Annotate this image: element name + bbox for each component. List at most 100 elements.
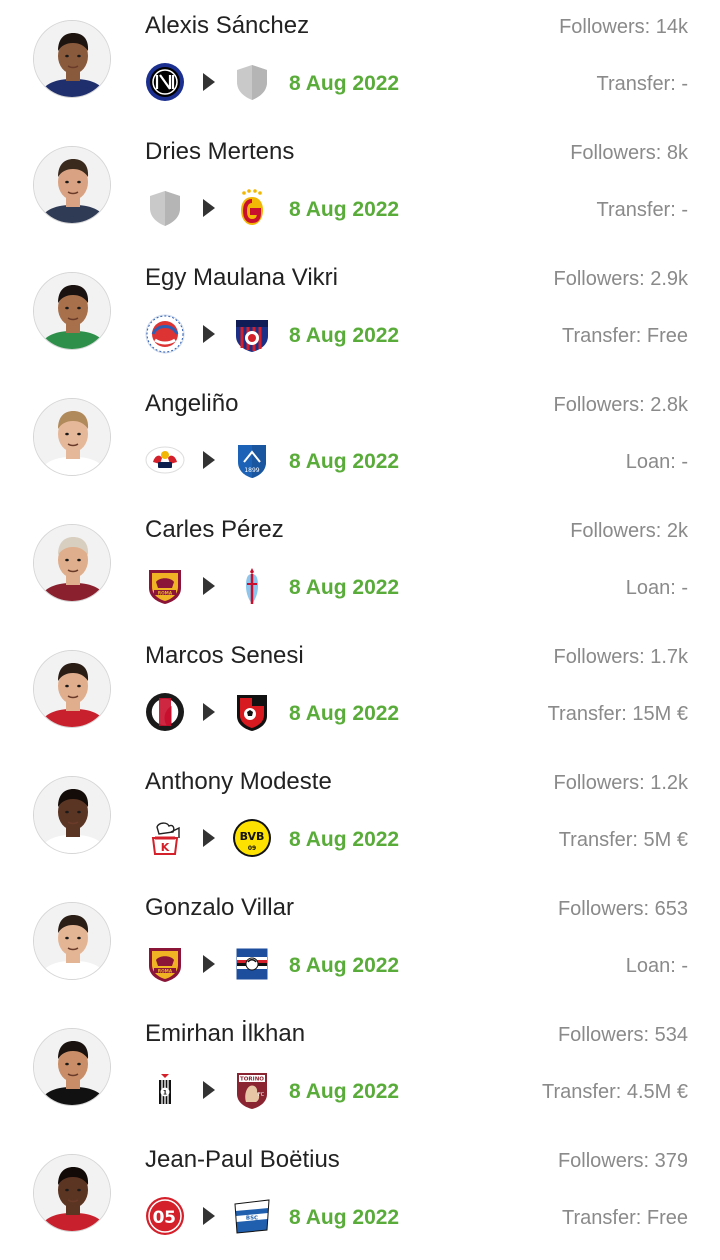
svg-text:09: 09 — [248, 845, 256, 852]
player-avatar[interactable] — [33, 902, 111, 980]
transfer-date: 8 Aug 2022 — [289, 198, 400, 221]
transfer-date: 8 Aug 2022 — [289, 828, 400, 851]
player-name[interactable]: Jean-Paul Boëtius — [145, 1146, 340, 1174]
transfer-list: Alexis Sánchez Followers: 14k 8 Aug 2022 Tr… — [0, 0, 720, 1250]
hoffenheim-crest-icon[interactable]: 1899 — [232, 440, 272, 480]
right-triangle-icon — [203, 1207, 215, 1225]
player-name[interactable]: Dries Mertens — [145, 138, 294, 166]
feyenoord-crest-icon[interactable] — [145, 692, 185, 732]
transfer-date: 8 Aug 2022 — [289, 576, 400, 599]
followers-count: Followers: 1.2k — [553, 772, 689, 794]
right-triangle-icon — [203, 73, 215, 91]
transfer-row[interactable]: Marcos Senesi Followers: 1.7k 8 Aug 2022 Tr… — [0, 630, 720, 756]
svg-text:0: 0 — [153, 1208, 165, 1228]
senica-crest-icon[interactable] — [145, 314, 185, 354]
right-triangle-icon — [203, 955, 215, 973]
player-name[interactable]: Egy Maulana Vikri — [145, 264, 338, 292]
svg-text:BSC: BSC — [246, 1216, 258, 1222]
player-avatar[interactable] — [33, 650, 111, 728]
transfer-date: 8 Aug 2022 — [289, 1206, 400, 1229]
followers-count: Followers: 379 — [557, 1150, 688, 1172]
svg-text:FC: FC — [258, 1092, 265, 1098]
player-name[interactable]: Emirhan İlkhan — [145, 1020, 305, 1048]
player-name[interactable]: Alexis Sánchez — [145, 12, 309, 40]
transfer-type: Transfer: Free — [562, 1207, 688, 1229]
player-avatar[interactable] — [33, 776, 111, 854]
mainz-crest-icon[interactable]: 05 — [145, 1196, 185, 1236]
bournemouth-crest-icon[interactable] — [232, 692, 272, 732]
vitkovice-crest-icon[interactable] — [232, 314, 272, 354]
transfer-row[interactable]: Egy Maulana Vikri Followers: 2.9k 8 Aug 20… — [0, 252, 720, 378]
svg-text:5: 5 — [164, 1208, 176, 1228]
followers-count: Followers: 14k — [559, 16, 688, 38]
as-roma-crest-icon[interactable]: ROMA — [145, 566, 185, 606]
svg-text:TORINO: TORINO — [240, 1077, 264, 1083]
transfer-row[interactable]: Emirhan İlkhan Followers: 534 1 TORINO FC 8 A… — [0, 1008, 720, 1134]
right-triangle-icon — [203, 325, 215, 343]
player-avatar[interactable] — [33, 146, 111, 224]
svg-text:1: 1 — [163, 1090, 167, 1097]
followers-count: Followers: 2.9k — [553, 268, 689, 290]
followers-count: Followers: 8k — [570, 142, 688, 164]
transfer-type: Transfer: 15M € — [547, 703, 688, 725]
transfer-row[interactable]: Angeliño Followers: 2.8k 1899 8 Aug 2022 Loa… — [0, 378, 720, 504]
player-avatar[interactable] — [33, 272, 111, 350]
transfer-date: 8 Aug 2022 — [289, 72, 400, 95]
transfer-date: 8 Aug 2022 — [289, 1080, 400, 1103]
svg-text:K: K — [161, 841, 170, 854]
player-name[interactable]: Carles Pérez — [145, 516, 284, 544]
svg-text:ROMA: ROMA — [158, 590, 173, 595]
fc-koln-crest-icon[interactable]: K — [145, 818, 185, 858]
player-avatar[interactable] — [33, 524, 111, 602]
transfer-type: Loan: - — [625, 577, 688, 599]
transfer-row[interactable]: Carles Pérez Followers: 2k ROMA 8 Aug 2022 L… — [0, 504, 720, 630]
followers-count: Followers: 653 — [557, 898, 688, 920]
followers-count: Followers: 1.7k — [553, 646, 689, 668]
player-avatar[interactable] — [33, 398, 111, 476]
transfer-type: Transfer: 4.5M € — [542, 1081, 688, 1103]
transfer-date: 8 Aug 2022 — [289, 702, 400, 725]
player-name[interactable]: Angeliño — [145, 390, 238, 418]
sampdoria-crest-icon[interactable] — [232, 944, 272, 984]
torino-crest-icon[interactable]: TORINO FC — [232, 1070, 272, 1110]
celta-vigo-crest-icon[interactable] — [232, 566, 272, 606]
player-name[interactable]: Anthony Modeste — [145, 768, 332, 796]
player-avatar[interactable] — [33, 1028, 111, 1106]
unknown-club-shield-icon[interactable] — [232, 62, 272, 102]
transfer-row[interactable]: Gonzalo Villar Followers: 653 ROMA 8 Aug 20… — [0, 882, 720, 1008]
transfer-type: Transfer: 5M € — [558, 829, 688, 851]
right-triangle-icon — [203, 1081, 215, 1099]
player-avatar[interactable] — [33, 1154, 111, 1232]
transfer-date: 8 Aug 2022 — [289, 450, 400, 473]
player-name[interactable]: Marcos Senesi — [145, 642, 304, 670]
transfer-date: 8 Aug 2022 — [289, 954, 400, 977]
followers-count: Followers: 2.8k — [553, 394, 689, 416]
transfer-row[interactable]: Alexis Sánchez Followers: 14k 8 Aug 2022 Tr… — [0, 0, 720, 126]
transfer-date: 8 Aug 2022 — [289, 324, 400, 347]
transfer-row[interactable]: Anthony Modeste Followers: 1.2k K BVB 09 8 Au… — [0, 756, 720, 882]
transfer-type: Transfer: Free — [562, 325, 688, 347]
transfer-type: Loan: - — [625, 451, 688, 473]
svg-text:1899: 1899 — [244, 467, 259, 474]
right-triangle-icon — [203, 199, 215, 217]
galatasaray-crest-icon[interactable] — [232, 188, 272, 228]
right-triangle-icon — [203, 577, 215, 595]
transfer-type: Transfer: - — [596, 73, 689, 95]
as-roma-crest-icon[interactable]: ROMA — [145, 944, 185, 984]
dortmund-crest-icon[interactable]: BVB 09 — [232, 818, 272, 858]
svg-text:ROMA: ROMA — [158, 968, 173, 973]
right-triangle-icon — [203, 829, 215, 847]
player-avatar[interactable] — [33, 20, 111, 98]
transfer-type: Transfer: - — [596, 199, 689, 221]
besiktas-crest-icon[interactable]: 1 — [145, 1070, 185, 1110]
hertha-crest-icon[interactable]: BSC — [232, 1196, 272, 1236]
transfer-row[interactable]: Dries Mertens Followers: 8k 8 Aug 2022 Tran… — [0, 126, 720, 252]
unknown-club-shield-icon[interactable] — [145, 188, 185, 228]
inter-crest-icon[interactable] — [145, 62, 185, 102]
transfer-row[interactable]: Jean-Paul Boëtius Followers: 379 0 5 BSC 8 Au… — [0, 1134, 720, 1260]
rb-leipzig-crest-icon[interactable] — [145, 440, 185, 480]
right-triangle-icon — [203, 703, 215, 721]
right-triangle-icon — [203, 451, 215, 469]
followers-count: Followers: 2k — [570, 520, 688, 542]
player-name[interactable]: Gonzalo Villar — [145, 894, 294, 922]
